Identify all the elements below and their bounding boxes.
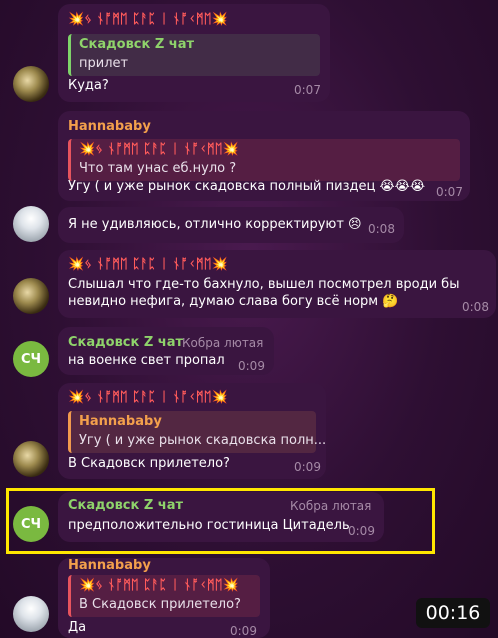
message-bubble[interactable]: Hannababy 💥ᛃ ᚾᚩᛗᛖ ᛈᚨᛈ ᛁ ᚾᚩᚲᛗᛖ💥 В Скадовс… xyxy=(58,558,270,638)
reply-author: Скадовск Z чат xyxy=(79,37,195,52)
sender-name[interactable]: 💥ᛃ ᚾᚩᛗᛖ ᛈᚨᛈ ᛁ ᚾᚩᚲᛗᛖ💥 xyxy=(68,257,228,272)
avatar[interactable] xyxy=(13,206,49,242)
message-text: В Скадовск прилетело? xyxy=(68,456,230,471)
message-text: Куда? xyxy=(68,78,109,93)
reply-author: 💥ᛃ ᚾᚩᛗᛖ ᛈᚨᛈ ᛁ ᚾᚩᚲᛗᛖ💥 xyxy=(79,578,239,593)
message-time: 0:08 xyxy=(462,300,489,314)
reply-text: В Скадовск прилетело? xyxy=(79,597,241,612)
message-bubble[interactable]: Hannababy 💥ᛃ ᚾᚩᛗᛖ ᛈᚨᛈ ᛁ ᚾᚩᚲᛗᛖ💥 Что там у… xyxy=(58,111,470,201)
reply-quote[interactable]: 💥ᛃ ᚾᚩᛗᛖ ᛈᚨᛈ ᛁ ᚾᚩᚲᛗᛖ💥 Что там унас еб.нул… xyxy=(68,139,460,181)
message-bubble[interactable]: 💥ᛃ ᚾᚩᛗᛖ ᛈᚨᛈ ᛁ ᚾᚩᚲᛗᛖ💥 Слышал что где-то б… xyxy=(58,250,496,318)
avatar[interactable]: СЧ xyxy=(13,341,49,377)
reply-text: прилет xyxy=(79,56,129,71)
message-text: Да xyxy=(68,620,87,635)
message-bubble[interactable]: 💥ᛃ ᚾᚩᛗᛖ ᛈᚨᛈ ᛁ ᚾᚩᚲᛗᛖ💥 Скадовск Z чат прил… xyxy=(58,4,330,102)
message-time: 0:09 xyxy=(238,359,265,373)
message-bubble[interactable]: Я не удивляюсь, отлично корректируют 😣 0… xyxy=(58,207,404,243)
avatar-initials: СЧ xyxy=(20,351,42,367)
admin-title: Кобра лютая xyxy=(182,336,264,350)
message-text: на военке свет пропал xyxy=(68,353,225,368)
message-time: 0:08 xyxy=(368,222,395,236)
message-text: невидно нефига, думаю слава богу всё нор… xyxy=(68,294,399,309)
reply-author: 💥ᛃ ᚾᚩᛗᛖ ᛈᚨᛈ ᛁ ᚾᚩᚲᛗᛖ💥 xyxy=(79,142,239,157)
reply-author: Hannababy xyxy=(79,414,162,429)
sender-name[interactable]: Hannababy xyxy=(68,119,151,134)
highlight-frame xyxy=(6,488,435,554)
message-time: 0:07 xyxy=(294,83,321,97)
avatar[interactable] xyxy=(13,278,49,314)
sender-name[interactable]: Hannababy xyxy=(68,558,151,573)
sender-name[interactable]: 💥ᛃ ᚾᚩᛗᛖ ᛈᚨᛈ ᛁ ᚾᚩᚲᛗᛖ💥 xyxy=(68,12,228,27)
message-bubble[interactable]: Скадовск Z чат Кобра лютая на военке све… xyxy=(58,327,274,375)
sender-name[interactable]: Скадовск Z чат xyxy=(68,335,183,350)
reply-quote[interactable]: Скадовск Z чат прилет xyxy=(68,34,320,76)
reply-quote[interactable]: 💥ᛃ ᚾᚩᛗᛖ ᛈᚨᛈ ᛁ ᚾᚩᚲᛗᛖ💥 В Скадовск прилетел… xyxy=(68,575,260,617)
message-time: 0:07 xyxy=(436,185,463,199)
message-text: Я не удивляюсь, отлично корректируют 😣 xyxy=(68,217,362,232)
sender-name[interactable]: 💥ᛃ ᚾᚩᛗᛖ ᛈᚨᛈ ᛁ ᚾᚩᚲᛗᛖ💥 xyxy=(68,390,228,405)
reply-text: Угу ( и уже рынок скадовска полн... xyxy=(79,433,327,448)
reply-text: Что там унас еб.нуло ? xyxy=(79,161,237,176)
message-time: 0:09 xyxy=(230,624,257,638)
message-text: Угу ( и уже рынок скадовска полный пизде… xyxy=(68,179,426,194)
video-timer: 00:16 xyxy=(416,598,490,628)
avatar[interactable] xyxy=(13,66,49,102)
avatar[interactable] xyxy=(13,596,49,632)
message-time: 0:09 xyxy=(294,460,321,474)
message-bubble[interactable]: 💥ᛃ ᚾᚩᛗᛖ ᛈᚨᛈ ᛁ ᚾᚩᚲᛗᛖ💥 Hannababy Угу ( и у… xyxy=(58,383,326,479)
reply-quote[interactable]: Hannababy Угу ( и уже рынок скадовска по… xyxy=(68,411,326,453)
avatar[interactable] xyxy=(13,441,49,477)
